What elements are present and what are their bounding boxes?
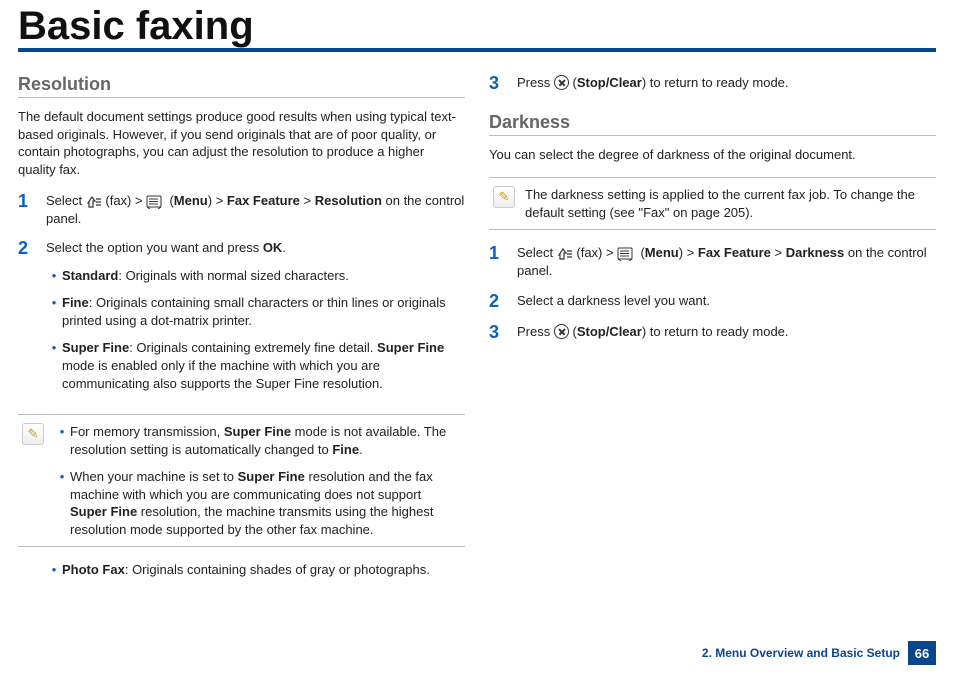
text-bold: Super Fine bbox=[377, 340, 444, 355]
menu-icon bbox=[146, 195, 162, 209]
resolution-step-3: 3 Press (Stop/Clear) to return to ready … bbox=[489, 74, 936, 94]
step-number: 3 bbox=[489, 323, 517, 343]
note-item: •When your machine is set to Super Fine … bbox=[54, 468, 461, 538]
text: : Originals with normal sized characters… bbox=[118, 268, 348, 283]
text: Select bbox=[517, 245, 557, 260]
text: mode is enabled only if the machine with… bbox=[62, 358, 383, 391]
text-bold: Photo Fax bbox=[62, 562, 125, 577]
resolution-options: •Standard: Originals with normal sized c… bbox=[46, 267, 465, 392]
step-body: Select (fax) > (Menu) > Fax Feature > Da… bbox=[517, 244, 936, 279]
opt-fine: •Fine: Originals containing small charac… bbox=[46, 294, 465, 329]
text: ) to return to ready mode. bbox=[642, 324, 789, 339]
darkness-step-1: 1 Select (fax) > (Menu) > Fax Feature > … bbox=[489, 244, 936, 279]
page-footer: 2. Menu Overview and Basic Setup 66 bbox=[702, 641, 936, 665]
opt-photo-fax: •Photo Fax: Originals containing shades … bbox=[46, 561, 465, 579]
resolution-intro: The default document settings produce go… bbox=[18, 108, 465, 178]
resolution-step-2: 2 Select the option you want and press O… bbox=[18, 239, 465, 402]
text-bold: Stop/Clear bbox=[577, 324, 642, 339]
text: Select the option you want and press bbox=[46, 240, 263, 255]
bullet: • bbox=[46, 267, 62, 285]
footer-chapter: 2. Menu Overview and Basic Setup bbox=[702, 646, 900, 660]
step-body: Select (fax) > (Menu) > Fax Feature > Re… bbox=[46, 192, 465, 227]
footer-page-number: 66 bbox=[908, 641, 936, 665]
page-title: Basic faxing bbox=[18, 0, 936, 52]
text-bold: Menu bbox=[645, 245, 679, 260]
text: : Originals containing extremely fine de… bbox=[129, 340, 377, 355]
step-body: Press (Stop/Clear) to return to ready mo… bbox=[517, 323, 936, 343]
step-body: Select a darkness level you want. bbox=[517, 292, 936, 312]
text-bold: Super Fine bbox=[238, 469, 305, 484]
resolution-step-1: 1 Select (fax) > (Menu) > Fax Feature > … bbox=[18, 192, 465, 227]
right-column: 3 Press (Stop/Clear) to return to ready … bbox=[489, 74, 936, 589]
text: ) to return to ready mode. bbox=[642, 75, 789, 90]
darkness-step-3: 3 Press (Stop/Clear) to return to ready … bbox=[489, 323, 936, 343]
step-body: Press (Stop/Clear) to return to ready mo… bbox=[517, 74, 936, 94]
text-bold: Super Fine bbox=[224, 424, 291, 439]
text: Press bbox=[517, 324, 554, 339]
bullet: • bbox=[46, 561, 62, 579]
opt-standard: •Standard: Originals with normal sized c… bbox=[46, 267, 465, 285]
text-bold: Fax Feature bbox=[227, 193, 300, 208]
bullet: • bbox=[46, 339, 62, 392]
text: . bbox=[359, 442, 363, 457]
darkness-intro: You can select the degree of darkness of… bbox=[489, 146, 936, 164]
fax-icon bbox=[86, 195, 102, 209]
text: . bbox=[282, 240, 286, 255]
text: When your machine is set to bbox=[70, 469, 238, 484]
resolution-options-after-note: •Photo Fax: Originals containing shades … bbox=[18, 561, 465, 579]
fax-icon bbox=[557, 247, 573, 261]
opt-super-fine: •Super Fine: Originals containing extrem… bbox=[46, 339, 465, 392]
heading-darkness: Darkness bbox=[489, 112, 936, 136]
text-bold: Super Fine bbox=[70, 504, 137, 519]
text: ) > bbox=[679, 245, 698, 260]
note-icon: ✎ bbox=[493, 186, 515, 208]
note-body: •For memory transmission, Super Fine mod… bbox=[54, 423, 461, 538]
text-bold: Fine bbox=[332, 442, 359, 457]
content-columns: Resolution The default document settings… bbox=[18, 74, 936, 589]
text: > bbox=[771, 245, 786, 260]
text-bold: Darkness bbox=[786, 245, 845, 260]
text: For memory transmission, bbox=[70, 424, 224, 439]
bullet: • bbox=[46, 294, 62, 329]
text: (fax) > bbox=[576, 245, 617, 260]
text-bold: Fine bbox=[62, 295, 89, 310]
darkness-step-2: 2 Select a darkness level you want. bbox=[489, 292, 936, 312]
bullet: • bbox=[54, 468, 70, 538]
step-number: 1 bbox=[489, 244, 517, 279]
text-bold: Stop/Clear bbox=[577, 75, 642, 90]
resolution-note: ✎ •For memory transmission, Super Fine m… bbox=[18, 414, 465, 547]
text: (fax) > bbox=[105, 193, 146, 208]
text: : Originals containing shades of gray or… bbox=[125, 562, 430, 577]
text-bold: Menu bbox=[174, 193, 208, 208]
heading-resolution: Resolution bbox=[18, 74, 465, 98]
menu-icon bbox=[617, 247, 633, 261]
step-number: 2 bbox=[18, 239, 46, 402]
text: Press bbox=[517, 75, 554, 90]
text-bold: Fax Feature bbox=[698, 245, 771, 260]
text: ) > bbox=[208, 193, 227, 208]
note-icon: ✎ bbox=[22, 423, 44, 445]
text: Select bbox=[46, 193, 86, 208]
step-number: 2 bbox=[489, 292, 517, 312]
darkness-note: ✎ The darkness setting is applied to the… bbox=[489, 177, 936, 230]
step-number: 1 bbox=[18, 192, 46, 227]
text-bold: Resolution bbox=[315, 193, 382, 208]
stop-clear-icon bbox=[554, 75, 569, 90]
text-bold: Standard bbox=[62, 268, 118, 283]
note-item: •For memory transmission, Super Fine mod… bbox=[54, 423, 461, 458]
text-bold: Super Fine bbox=[62, 340, 129, 355]
left-column: Resolution The default document settings… bbox=[18, 74, 465, 589]
stop-clear-icon bbox=[554, 324, 569, 339]
bullet: • bbox=[54, 423, 70, 458]
step-body: Select the option you want and press OK.… bbox=[46, 239, 465, 402]
text-bold: OK bbox=[263, 240, 283, 255]
note-body: The darkness setting is applied to the c… bbox=[525, 186, 932, 221]
step-number: 3 bbox=[489, 74, 517, 94]
text: : Originals containing small characters … bbox=[62, 295, 446, 328]
text: > bbox=[300, 193, 315, 208]
